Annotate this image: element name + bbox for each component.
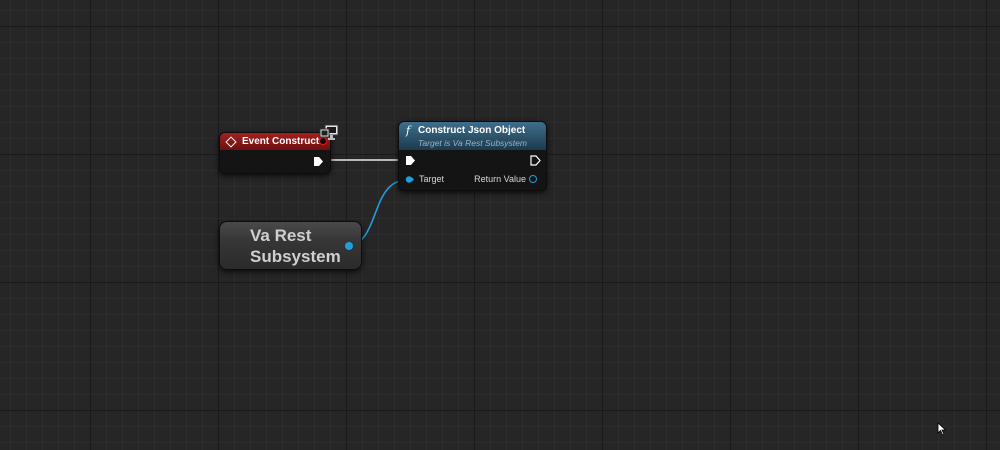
return-value-pin-label: Return Value: [474, 174, 526, 184]
event-diamond-icon: [225, 135, 237, 148]
exec-output-pin[interactable]: [530, 155, 541, 166]
va-rest-subsystem-label: Va Rest Subsystem: [250, 226, 341, 266]
construct-json-object-header[interactable]: f Construct Json Object Target is Va Res…: [399, 122, 546, 150]
construct-json-object-title: Construct Json Object: [418, 125, 526, 136]
event-construct-header[interactable]: Event Construct: [220, 133, 330, 150]
target-input-pin[interactable]: [405, 176, 414, 183]
construct-json-object-subtitle: Target is Va Rest Subsystem: [418, 138, 527, 148]
va-rest-subsystem-node[interactable]: Va Rest Subsystem: [219, 221, 362, 270]
event-construct-title: Event Construct: [242, 136, 320, 147]
subsystem-output-pin[interactable]: [345, 242, 353, 250]
blueprint-graph-canvas[interactable]: Event Construct f Construct Json Object …: [0, 0, 1000, 450]
event-construct-node[interactable]: Event Construct: [219, 132, 331, 174]
wires-layer: [328, 159, 408, 246]
exec-output-pin[interactable]: [313, 156, 324, 167]
mouse-cursor-icon: [937, 422, 947, 436]
return-value-output-pin[interactable]: [529, 175, 537, 183]
exec-input-pin[interactable]: [405, 155, 416, 166]
construct-json-object-node[interactable]: f Construct Json Object Target is Va Res…: [398, 121, 547, 191]
function-icon: f: [406, 124, 411, 137]
monitor-icon: [319, 124, 339, 140]
target-pin-label: Target: [419, 174, 445, 184]
